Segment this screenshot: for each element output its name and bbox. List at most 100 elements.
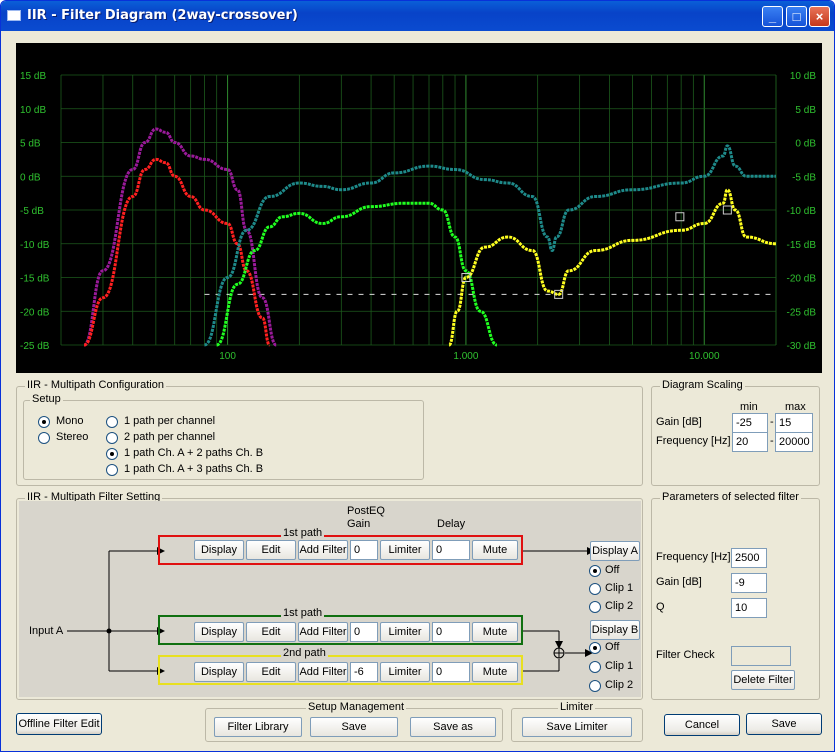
delay-label: Delay	[437, 518, 466, 530]
filter-check-label: Filter Check	[656, 649, 715, 661]
maximize-button[interactable]: □	[786, 6, 807, 27]
path-2-limiter-button[interactable]: Limiter	[380, 622, 430, 642]
path-2-edit-button[interactable]: Edit	[246, 622, 296, 642]
param-q-input[interactable]: 10	[731, 598, 767, 618]
filter-params-group: Parameters of selected filter Frequency …	[651, 491, 820, 700]
b-off-radio[interactable]	[589, 642, 601, 654]
opt2-radio[interactable]	[106, 432, 118, 444]
path-2-mute-button[interactable]: Mute	[472, 622, 518, 642]
series-line-4	[447, 188, 777, 347]
a-off-radio[interactable]	[589, 565, 601, 577]
opt4-label: 1 path Ch. A + 3 paths Ch. B	[124, 463, 264, 475]
path-1-limiter-button[interactable]: Limiter	[380, 540, 430, 560]
path-2-delay-input[interactable]: 0	[432, 622, 470, 642]
app-icon	[7, 10, 21, 21]
filter-marker[interactable]	[675, 212, 685, 222]
gain-max-input[interactable]: 15	[775, 413, 813, 433]
path-2-gain-input[interactable]: 0	[350, 622, 378, 642]
multipath-config-group: IIR - Multipath Configuration Setup Mono…	[16, 379, 643, 486]
param-freq-input[interactable]: 2500	[731, 548, 767, 568]
y-tick-label-left: 5 dB	[20, 139, 41, 150]
gain-min-input[interactable]: -25	[732, 413, 768, 433]
path-1-edit-button[interactable]: Edit	[246, 540, 296, 560]
b-clip1-radio[interactable]	[589, 661, 601, 673]
b-clip2-label: Clip 2	[605, 679, 634, 691]
diagram-scaling-title: Diagram Scaling	[660, 379, 745, 391]
path-1-gain-input[interactable]: 0	[350, 540, 378, 560]
filter-response-chart[interactable]: 15 dB 10 dB 5 dB 0 dB -5 dB -10 dB -15 dB -20 d…	[16, 43, 822, 373]
y-tick-label-right: -30 dB	[787, 341, 817, 352]
stereo-radio[interactable]	[38, 432, 50, 444]
path-1-delay-input[interactable]: 0	[432, 540, 470, 560]
setup-save-button[interactable]: Save	[310, 717, 398, 737]
path-3-delay-input[interactable]: 0	[432, 662, 470, 682]
chart-grid	[60, 74, 777, 346]
path-3-mute-button[interactable]: Mute	[472, 662, 518, 682]
path-3-gain-input[interactable]: -6	[350, 662, 378, 682]
filter-params-title: Parameters of selected filter	[660, 491, 801, 503]
scaling-min-label: min	[740, 401, 758, 413]
y-tick-label-right: -10 dB	[787, 206, 817, 217]
series-line-0	[82, 127, 278, 347]
setup-group: Setup Mono Stereo 1 path per channel 2 p…	[23, 393, 424, 480]
path-1-mute-button[interactable]: Mute	[472, 540, 518, 560]
path-2-display-button[interactable]: Display	[194, 622, 244, 642]
path-3-add-filter-button[interactable]: Add Filter	[298, 662, 348, 682]
y-axis-left: 15 dB 10 dB 5 dB 0 dB -5 dB -10 dB -15 dB -20 d…	[20, 71, 50, 352]
y-tick-label-left: 10 dB	[20, 105, 46, 116]
freq-min-input[interactable]: 20	[732, 432, 768, 452]
chart-markers[interactable]	[461, 205, 732, 299]
multipath-config-title: IIR - Multipath Configuration	[25, 379, 166, 391]
x-tick-label: 10.000	[689, 351, 720, 362]
opt2-label: 2 path per channel	[124, 431, 216, 443]
title-bar[interactable]: IIR - Filter Diagram (2way-crossover) _ …	[1, 1, 834, 31]
setup-save-as-button[interactable]: Save as	[410, 717, 496, 737]
diagram-scaling-group: Diagram Scaling min max Gain [dB] -25 - …	[651, 379, 820, 486]
posteq-gain-label: Gain	[347, 518, 371, 530]
path-1-label: 1st path	[281, 527, 325, 539]
path-1-display-button[interactable]: Display	[194, 540, 244, 560]
a-clip1-radio[interactable]	[589, 583, 601, 595]
close-button[interactable]: ×	[809, 6, 830, 27]
offline-filter-edit-button[interactable]: Offline Filter Edit	[16, 713, 102, 735]
opt3-radio[interactable]	[106, 448, 118, 460]
save-button[interactable]: Save	[746, 713, 822, 735]
param-gain-input[interactable]: -9	[731, 573, 767, 593]
filter-check-field	[731, 646, 791, 666]
freq-range-sep: -	[770, 435, 774, 447]
cancel-button[interactable]: Cancel	[664, 714, 740, 736]
display-b-button[interactable]: Display B	[590, 620, 640, 640]
setup-management-group: Setup Management Filter Library Save Sav…	[205, 701, 503, 742]
a-off-label: Off	[605, 564, 620, 576]
delete-filter-button[interactable]: Delete Filter	[731, 670, 795, 690]
y-tick-label-right: 0 dB	[795, 139, 816, 150]
a-clip1-label: Clip 1	[605, 582, 634, 594]
filter-library-button[interactable]: Filter Library	[214, 717, 302, 737]
b-clip2-radio[interactable]	[589, 680, 601, 692]
opt4-radio[interactable]	[106, 464, 118, 476]
path-3-edit-button[interactable]: Edit	[246, 662, 296, 682]
y-axis-right: 10 dB 5 dB 0 dB -5 dB -10 dB -15 dB -20 dB -25 …	[787, 71, 817, 352]
gain-scale-label: Gain [dB]	[656, 416, 702, 428]
path-2-add-filter-button[interactable]: Add Filter	[298, 622, 348, 642]
display-a-button[interactable]: Display A	[590, 541, 640, 561]
freq-max-input[interactable]: 20000	[775, 432, 813, 452]
path-3-display-button[interactable]: Display	[194, 662, 244, 682]
y-tick-label-left: 15 dB	[20, 71, 46, 82]
path-1-add-filter-button[interactable]: Add Filter	[298, 540, 348, 560]
y-tick-label-left: -15 dB	[20, 274, 50, 285]
save-limiter-button[interactable]: Save Limiter	[522, 717, 632, 737]
x-tick-label: 100	[219, 351, 236, 362]
y-tick-label-right: -5 dB	[792, 172, 816, 183]
routing-diagram: PostEQ Gain Delay Input A 1st path Displ…	[19, 501, 641, 697]
stereo-label: Stereo	[56, 431, 89, 443]
path-3-label: 2nd path	[281, 647, 328, 659]
opt1-radio[interactable]	[106, 416, 118, 428]
param-gain-label: Gain [dB]	[656, 576, 702, 588]
path-3-limiter-button[interactable]: Limiter	[380, 662, 430, 682]
minimize-button[interactable]: _	[762, 6, 783, 27]
opt1-label: 1 path per channel	[124, 415, 216, 427]
mono-radio[interactable]	[38, 416, 50, 428]
a-clip2-radio[interactable]	[589, 601, 601, 613]
posteq-label: PostEQ	[347, 505, 385, 517]
